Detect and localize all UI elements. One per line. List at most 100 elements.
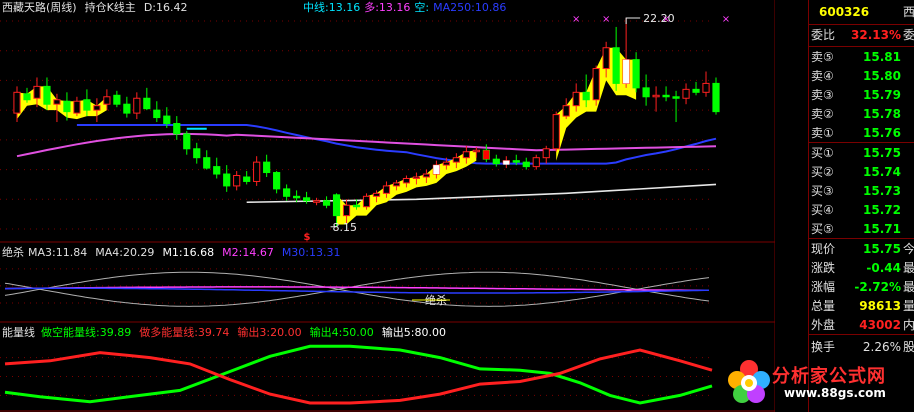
stat-row-4[interactable]: 外盘 43002 内 — [809, 316, 914, 334]
sell-level-3-label: 卖③ — [811, 88, 834, 102]
osc-tick-label: 10.00 — [775, 297, 776, 310]
turnover-row: 换手 2.26% 股 — [809, 338, 914, 356]
candle-body-up — [442, 161, 450, 166]
stat-row-0-label: 现价 — [811, 242, 836, 256]
candle-body-up — [562, 105, 570, 117]
divider — [809, 238, 914, 239]
top-x-mark: × — [572, 14, 580, 25]
buy-level-4[interactable]: 买④ 15.72 — [809, 201, 914, 219]
candle-body-down — [163, 115, 171, 125]
stat-row-4-suffix: 内 — [902, 318, 914, 332]
long-energy-value: 做多能量线:39.74 — [139, 326, 230, 339]
candle-body-up — [552, 114, 560, 150]
candle-body-down — [662, 94, 670, 98]
mid-term-line — [16, 132, 717, 158]
candle-body-down — [692, 88, 700, 93]
quote-panel: 600326 西 委比 32.13% 委 换手 2.26% 股 卖⑤ 15.81 卖… — [808, 0, 914, 412]
candle-body-down — [193, 148, 201, 159]
price-tick-label: 10.00 — [775, 193, 776, 206]
candle-body-down — [672, 96, 680, 99]
stat-row-4-value: 43002 — [859, 318, 901, 332]
ma250-value: MA250:10.86 — [433, 1, 507, 14]
candle-body-up — [392, 182, 401, 187]
weibi-label: 委比 — [811, 28, 836, 42]
candle-body-down — [332, 194, 341, 217]
buy-level-3[interactable]: 买③ 15.73 — [809, 182, 914, 200]
m30-value: M30:13.31 — [281, 246, 341, 259]
candle-body-down — [183, 133, 191, 150]
candle-body-up — [652, 94, 660, 98]
low-price-label: 8.15 — [333, 221, 358, 234]
stat-row-0[interactable]: 现价 15.75 今 — [809, 240, 914, 258]
trend-ribbon — [17, 86, 107, 120]
candle-body-up — [532, 157, 540, 168]
candle-body-up — [73, 100, 81, 114]
buy-level-2[interactable]: 买② 15.74 — [809, 163, 914, 181]
sell-level-3[interactable]: 卖③ 15.79 — [809, 86, 914, 104]
candle-body-down — [522, 161, 530, 168]
sell-level-1-value: 15.76 — [863, 126, 901, 140]
price-tick-label: 20.00 — [775, 45, 776, 58]
candle-body-down — [263, 161, 271, 174]
sell-level-2-label: 卖② — [811, 107, 834, 121]
osc-tick-label: 20.00 — [775, 263, 776, 276]
sell-level-1[interactable]: 卖① 15.76 — [809, 124, 914, 142]
energy-title: 能量线 — [2, 326, 35, 339]
candle-body-down — [243, 176, 251, 182]
stock-code: 600326 — [819, 5, 870, 19]
sell-level-4-value: 15.80 — [863, 69, 901, 83]
candle-body-down — [302, 197, 311, 202]
candle-body-up — [682, 88, 690, 99]
watermark-title: 分析家公式网 — [772, 366, 886, 387]
site-watermark: 分析家公式网 www.88gs.com — [712, 356, 914, 412]
buy-level-4-value: 15.72 — [863, 203, 901, 217]
candle-body-down — [83, 99, 91, 111]
candle-body-down — [43, 85, 51, 105]
d-value: D:16.42 — [143, 1, 188, 14]
price-tick-label: 12.00 — [775, 164, 776, 177]
candle-body-down — [223, 173, 231, 187]
stat-row-2[interactable]: 涨幅 -2.72% 最 — [809, 278, 914, 296]
stat-row-3-label: 总量 — [811, 299, 836, 313]
stat-row-4-label: 外盘 — [811, 318, 836, 332]
stat-row-2-label: 涨幅 — [811, 280, 836, 294]
candle-body-down — [173, 123, 181, 135]
buy-level-5[interactable]: 买⑤ 15.71 — [809, 220, 914, 238]
buy-level-1-label: 买① — [811, 146, 834, 160]
main-indicator-header: 西藏天路(周线) 持仓K线主 D:16.42 — [2, 1, 195, 15]
stat-row-3[interactable]: 总量 98613 量 — [809, 297, 914, 315]
candle-body-up — [233, 175, 241, 187]
buy-level-1[interactable]: 买① 15.75 — [809, 144, 914, 162]
candle-body-down — [203, 157, 211, 169]
short-energy-value: 做空能量线:39.89 — [41, 326, 132, 339]
price-tick-label: 22.00 — [775, 15, 776, 28]
sell-level-4-label: 卖④ — [811, 69, 834, 83]
kline-chart-area[interactable]: ××××22.208.15$ 绝杀 22.0020.0018.0016.0014… — [0, 0, 775, 412]
candle-body-down — [123, 103, 131, 114]
stock-code-row[interactable]: 600326 西 — [809, 3, 914, 21]
candle-body-up — [462, 151, 470, 159]
candle-body-down — [322, 200, 331, 206]
sell-level-4[interactable]: 卖④ 15.80 — [809, 67, 914, 85]
price-tick-label: 18.00 — [775, 74, 776, 87]
candle-body-down — [582, 91, 590, 101]
candle-body-down — [642, 87, 650, 98]
stock-name-fragment: 西 — [902, 5, 914, 19]
sell-level-5[interactable]: 卖⑤ 15.81 — [809, 48, 914, 66]
energy-header: 能量线 做空能量线:39.89 做多能量线:39.74 输出3:20.00 输出4:50… — [2, 326, 454, 340]
stat-row-1[interactable]: 涨跌 -0.44 最 — [809, 259, 914, 277]
osc-tick-label: 15.00 — [775, 280, 776, 293]
sell-level-3-value: 15.79 — [863, 88, 901, 102]
turnover-label: 换手 — [811, 340, 836, 354]
output5-value: 输出5:80.00 — [381, 326, 447, 339]
signal-candle — [483, 150, 490, 160]
sell-level-2[interactable]: 卖② 15.78 — [809, 105, 914, 123]
divider — [809, 334, 914, 335]
candle-body-down — [352, 204, 361, 208]
output3-value: 输出3:20.00 — [237, 326, 302, 339]
candle-body-up — [312, 200, 321, 203]
candle-body-down — [712, 82, 720, 113]
signal-candle — [503, 160, 510, 165]
m1-value: M1:16.68 — [162, 246, 215, 259]
buy-level-5-value: 15.71 — [863, 222, 901, 236]
